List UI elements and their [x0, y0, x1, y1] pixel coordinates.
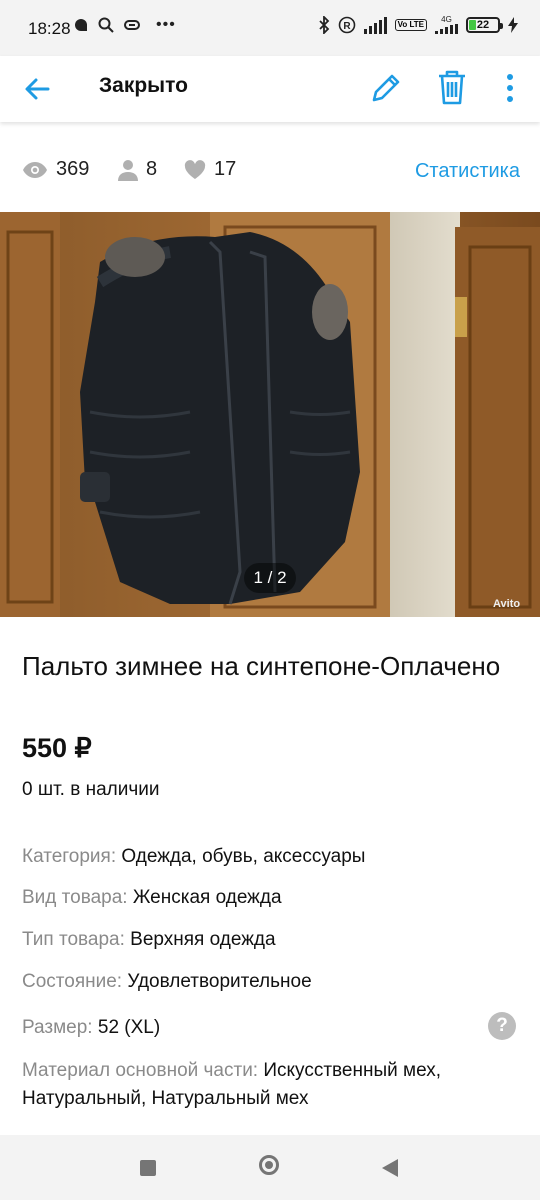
- more-options-button[interactable]: [498, 70, 522, 106]
- listing-stock: 0 шт. в наличии: [22, 779, 160, 800]
- arrow-left-icon: [25, 78, 50, 100]
- back-button[interactable]: [20, 71, 56, 107]
- signal-icon-2: [435, 24, 458, 34]
- svg-text:R: R: [343, 21, 351, 32]
- status-bar: 18:28 ••• R Vo LTE 4G 22: [0, 0, 540, 56]
- eye-icon: [23, 161, 47, 178]
- status-right-icons: R Vo LTE 4G 22: [318, 16, 518, 34]
- param-label: Состояние:: [22, 971, 123, 992]
- param-value: Женская одежда: [132, 887, 282, 908]
- system-back-button[interactable]: [382, 1159, 398, 1177]
- param-value: 52 (XL): [97, 1017, 161, 1038]
- coat-photo: [0, 212, 540, 617]
- contacts-count: 8: [146, 158, 158, 180]
- battery-level-text: 22: [476, 19, 490, 31]
- favorites-count: 17: [214, 158, 237, 180]
- param-value: Верхняя одежда: [130, 929, 276, 950]
- more-dots-icon: •••: [156, 16, 176, 33]
- person-icon: [118, 159, 138, 181]
- heart-icon: [184, 159, 206, 179]
- battery-tip: [500, 23, 503, 29]
- param-product-kind: Вид товара: Женская одежда: [22, 884, 282, 912]
- charging-icon: [508, 17, 518, 33]
- bluetooth-icon: [318, 16, 329, 34]
- views-stat: 369: [22, 158, 89, 181]
- recent-apps-button[interactable]: [140, 1160, 156, 1176]
- param-value: Одежда, обувь, аксессуары: [121, 846, 366, 867]
- stats-row: 369 8 17 Статистика: [22, 152, 520, 192]
- param-label: Размер:: [22, 1017, 93, 1038]
- photo-counter: 1 / 2: [244, 563, 296, 593]
- views-count: 369: [56, 158, 90, 180]
- pencil-icon: [372, 74, 400, 102]
- system-nav-bar: [0, 1135, 540, 1200]
- param-label: Материал основной части:: [22, 1060, 259, 1081]
- param-condition: Состояние: Удовлетворительное: [22, 968, 312, 996]
- param-label: Тип товара:: [22, 929, 125, 950]
- statistics-link[interactable]: Статистика: [415, 160, 520, 183]
- photo-watermark: Avito: [493, 598, 521, 610]
- contacts-stat: 8: [118, 158, 157, 181]
- more-vertical-icon: [507, 74, 513, 102]
- edit-button[interactable]: [368, 70, 404, 106]
- listing-photo[interactable]: [0, 212, 540, 617]
- param-value: Удовлетворительное: [127, 971, 312, 992]
- status-left-icons: •••: [74, 16, 176, 34]
- listing-price: 550 ₽: [22, 733, 92, 763]
- param-label: Категория:: [22, 846, 117, 867]
- link-icon: [124, 20, 140, 30]
- registered-icon: R: [338, 16, 355, 34]
- page-title: Закрыто: [99, 74, 188, 97]
- favorites-stat: 17: [184, 158, 236, 181]
- size-help-icon[interactable]: ?: [488, 1012, 516, 1040]
- listing-title: Пальто зимнее на синтепоне-Оплачено: [22, 651, 501, 681]
- param-material: Материал основной части: Искусственный м…: [22, 1057, 512, 1113]
- app-bar: Закрыто: [0, 56, 540, 122]
- network-badge: Vo LTE: [394, 19, 427, 31]
- chat-icon: [75, 19, 87, 31]
- network-type: 4G: [435, 16, 458, 34]
- param-size: Размер: 52 (XL): [22, 1014, 160, 1042]
- param-category: Категория: Одежда, обувь, аксессуары: [22, 843, 365, 871]
- network-type-label: 4G: [441, 15, 452, 24]
- trash-icon: [439, 70, 465, 105]
- home-button[interactable]: [259, 1155, 279, 1175]
- signal-icon: [363, 16, 387, 34]
- delete-button[interactable]: [434, 68, 470, 106]
- param-product-type: Тип товара: Верхняя одежда: [22, 926, 276, 954]
- param-label: Вид товара:: [22, 887, 128, 908]
- battery-icon: 22: [466, 17, 503, 33]
- status-time: 18:28: [28, 19, 71, 38]
- search-icon: [98, 17, 114, 33]
